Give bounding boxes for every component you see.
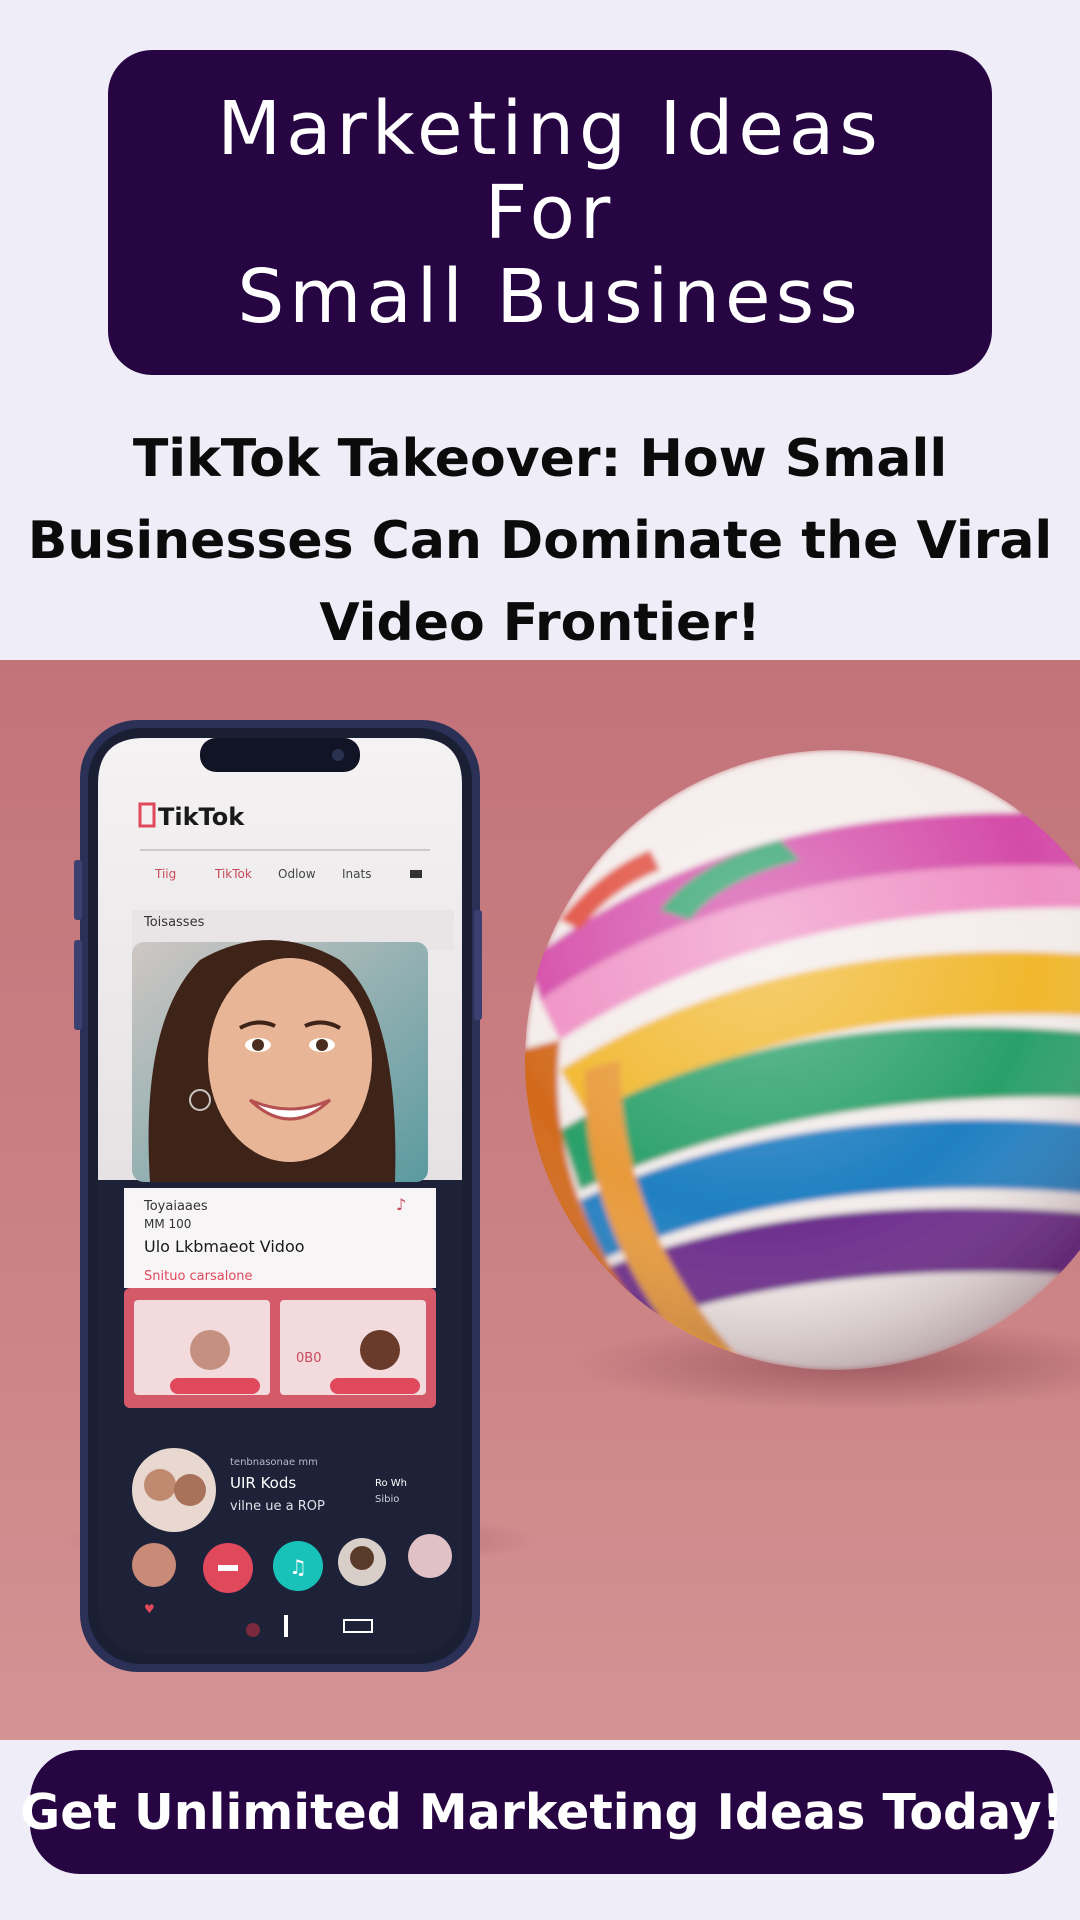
profile-sub: vilne ue a ROP: [230, 1499, 325, 1514]
hero-illustration: TikTok Tiig TikTok Odlow Inats Toisasses: [60, 720, 1080, 1672]
card-title: Ulo Lkbmaeot Vidoo: [144, 1237, 305, 1256]
beach-ball: [525, 750, 1080, 1370]
card-link: Snituo carsalone: [144, 1269, 253, 1284]
home-dot-icon: [246, 1623, 260, 1637]
music-icon: ♫: [289, 1555, 307, 1579]
cta-label: Get Unlimited Marketing Ideas Today!: [20, 1783, 1064, 1841]
headline-line-2: Businesses Can Dominate the Viral: [27, 511, 1053, 571]
nav-item-1: Tiig: [154, 867, 176, 881]
profile-name: UIR Kods: [230, 1474, 296, 1492]
title-banner: Marketing Ideas For Small Business: [108, 50, 992, 375]
nav-item-2: TikTok: [214, 867, 252, 881]
hero-image: TikTok Tiig TikTok Odlow Inats Toisasses: [0, 660, 1080, 1740]
profile-top: tenbnasonae mm: [230, 1457, 318, 1468]
story-avatar-5: [408, 1534, 452, 1578]
card-price: 0B0: [296, 1351, 321, 1366]
title-line-2: For: [484, 169, 616, 256]
title-line-1: Marketing Ideas: [217, 85, 883, 172]
card-heading: Toyaiaaes: [143, 1199, 208, 1214]
smartphone: TikTok Tiig TikTok Odlow Inats Toisasses: [74, 720, 482, 1672]
story-avatar-1: [132, 1543, 176, 1587]
headline-line-3: Video Frontier!: [319, 593, 761, 653]
profile-side-1: Ro Wh: [375, 1478, 407, 1489]
app-name: TikTok: [158, 803, 245, 831]
cta-button[interactable]: Get Unlimited Marketing Ideas Today!: [20, 1750, 1064, 1874]
heart-icon: ♥: [144, 1602, 155, 1616]
title-line-3: Small Business: [237, 253, 863, 340]
nav-item-3: Odlow: [278, 867, 316, 881]
headline-line-1: TikTok Takeover: How Small: [132, 429, 948, 489]
cursor-icon: [284, 1615, 288, 1637]
tiktok-icon: ♪: [396, 1195, 406, 1214]
nav-item-4: Inats: [342, 867, 371, 881]
profile-side-2: Sibio: [375, 1494, 399, 1505]
article-headline: TikTok Takeover: How Small Businesses Ca…: [20, 418, 1060, 664]
section-label: Toisasses: [143, 915, 205, 930]
card-small: MM 100: [144, 1217, 191, 1231]
